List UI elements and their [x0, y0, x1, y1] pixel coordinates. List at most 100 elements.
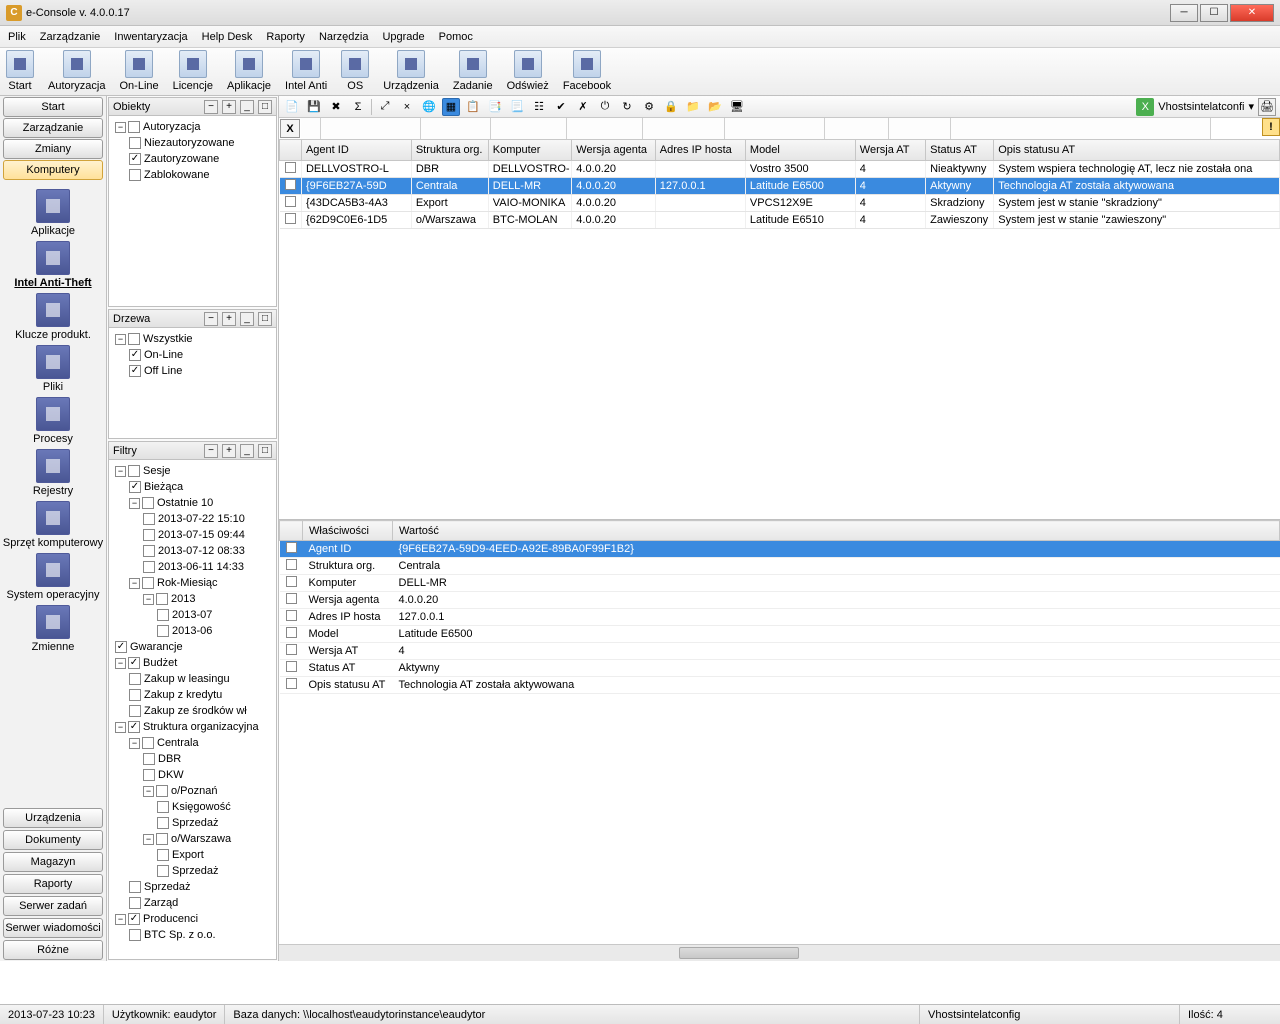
side-icon-item[interactable]: Zmienne [0, 605, 106, 653]
row-checkbox[interactable] [280, 592, 303, 609]
toolbar-item[interactable]: Autoryzacja [48, 50, 105, 92]
filter-cell[interactable] [643, 118, 725, 139]
minimize-button[interactable]: ─ [1170, 4, 1198, 22]
row-checkbox[interactable] [280, 541, 303, 558]
tree-checkbox[interactable] [115, 641, 127, 653]
row-checkbox[interactable] [280, 677, 303, 694]
tree-checkbox[interactable] [157, 849, 169, 861]
toolbar-item[interactable]: Facebook [563, 50, 611, 92]
tree-node[interactable]: DBR [158, 753, 181, 765]
grid-header[interactable]: Wersja agenta [572, 140, 656, 160]
panel-collapse-icon[interactable]: − [204, 100, 218, 114]
filter-cell[interactable] [951, 118, 1211, 139]
tb-lock-icon[interactable]: 🔒 [662, 98, 680, 116]
grid-header[interactable]: Adres IP hosta [655, 140, 745, 160]
tree-node[interactable]: 2013-07 [172, 609, 212, 621]
filter-cell[interactable] [567, 118, 643, 139]
toolbar-item[interactable]: Urządzenia [383, 50, 439, 92]
left-nav-button[interactable]: Raporty [3, 874, 103, 894]
filter-cell[interactable] [825, 118, 889, 139]
tb-list-icon[interactable]: ☷ [530, 98, 548, 116]
tree-checkbox[interactable] [143, 529, 155, 541]
panel-min-icon[interactable]: _ [240, 100, 254, 114]
table-row[interactable]: Opis statusu ATTechnologia AT została ak… [280, 677, 1280, 694]
tree-toggle[interactable]: − [129, 578, 140, 589]
table-row[interactable]: {62D9C0E6-1D5o/WarszawaBTC-MOLAN4.0.0.20… [280, 211, 1280, 228]
tree-node[interactable]: Producenci [143, 913, 198, 925]
tb-uncheck-icon[interactable]: ✗ [574, 98, 592, 116]
panel-max-icon[interactable]: □ [258, 100, 272, 114]
menu-item[interactable]: Zarządzanie [40, 31, 101, 43]
panel-max-icon[interactable]: □ [258, 444, 272, 458]
tb-copy-icon[interactable]: 📋 [464, 98, 482, 116]
grid-header[interactable]: Agent ID [301, 140, 411, 160]
tree-checkbox[interactable] [129, 481, 141, 493]
tree-checkbox[interactable] [157, 609, 169, 621]
tb-power-icon[interactable]: ⏻ [596, 98, 614, 116]
tree-node[interactable]: Bieżąca [144, 481, 183, 493]
left-nav-button[interactable]: Dokumenty [3, 830, 103, 850]
row-checkbox[interactable] [280, 160, 302, 177]
tree-toggle[interactable]: − [143, 834, 154, 845]
panel-max-icon[interactable]: □ [258, 312, 272, 326]
menu-item[interactable]: Inwentaryzacja [114, 31, 187, 43]
tree-toggle[interactable]: − [115, 658, 126, 669]
tree-node[interactable]: Sprzedaż [172, 865, 218, 877]
left-nav-button[interactable]: Komputery [3, 160, 103, 180]
filter-cell[interactable] [725, 118, 825, 139]
toolbar-item[interactable]: OS [341, 50, 369, 92]
tree-checkbox[interactable] [129, 705, 141, 717]
table-row[interactable]: {43DCA5B3-4A3ExportVAIO-MONIKA4.0.0.20VP… [280, 194, 1280, 211]
tree-node[interactable]: 2013-07-12 08:33 [158, 545, 245, 557]
filter-cell[interactable] [321, 118, 421, 139]
tree-node[interactable]: Off Line [144, 365, 182, 377]
tree-node[interactable]: Zarząd [144, 897, 178, 909]
menu-item[interactable]: Help Desk [202, 31, 253, 43]
tree-toggle[interactable]: − [129, 498, 140, 509]
toolbar-item[interactable]: Licencje [173, 50, 213, 92]
tree-toggle[interactable]: − [143, 594, 154, 605]
tb-delete-icon[interactable]: ✖ [327, 98, 345, 116]
table-row[interactable]: {9F6EB27A-59DCentralaDELL-MR4.0.0.20127.… [280, 177, 1280, 194]
table-row[interactable]: Wersja agenta4.0.0.20 [280, 592, 1280, 609]
side-icon-item[interactable]: Aplikacje [0, 189, 106, 237]
tree-node[interactable]: Niezautoryzowane [144, 137, 235, 149]
table-row[interactable]: Struktura org.Centrala [280, 558, 1280, 575]
tree-node[interactable]: Centrala [157, 737, 199, 749]
tb-page-icon[interactable]: 📃 [508, 98, 526, 116]
panel-collapse-icon[interactable]: − [204, 444, 218, 458]
panel-expand-icon[interactable]: + [222, 312, 236, 326]
row-checkbox[interactable] [280, 194, 302, 211]
panel-expand-icon[interactable]: + [222, 100, 236, 114]
tree-node[interactable]: Zablokowane [144, 169, 209, 181]
tree-node[interactable]: Export [172, 849, 204, 861]
property-grid-wrapper[interactable]: WłaściwościWartośćAgent ID{9F6EB27A-59D9… [279, 520, 1280, 944]
left-nav-button[interactable]: Zmiany [3, 139, 103, 159]
tree-checkbox[interactable] [128, 657, 140, 669]
excel-icon[interactable]: X [1136, 98, 1154, 116]
property-grid[interactable]: WłaściwościWartośćAgent ID{9F6EB27A-59D9… [279, 520, 1280, 694]
tree-checkbox[interactable] [143, 561, 155, 573]
grid-header[interactable]: Model [745, 140, 855, 160]
tree-node[interactable]: Księgowość [172, 801, 231, 813]
tb-sigma-icon[interactable]: Σ [349, 98, 367, 116]
side-icon-item[interactable]: Pliki [0, 345, 106, 393]
left-nav-button[interactable]: Serwer zadań [3, 896, 103, 916]
horizontal-scrollbar[interactable] [279, 944, 1280, 961]
tree-node[interactable]: Zakup ze środków wł [144, 705, 247, 717]
tb-grid-icon[interactable]: ▦ [442, 98, 460, 116]
scrollbar-thumb[interactable] [679, 947, 799, 959]
tree-checkbox[interactable] [157, 817, 169, 829]
tree-checkbox[interactable] [129, 349, 141, 361]
grid-header-checkbox[interactable] [280, 140, 302, 160]
left-nav-button[interactable]: Start [3, 97, 103, 117]
row-checkbox[interactable] [280, 575, 303, 592]
table-row[interactable]: Wersja AT4 [280, 643, 1280, 660]
panel-min-icon[interactable]: _ [240, 312, 254, 326]
tree-checkbox[interactable] [156, 785, 168, 797]
clear-filter-button[interactable]: X [280, 119, 300, 138]
tree-toggle[interactable]: − [115, 722, 126, 733]
toolbar-item[interactable]: Intel Anti [285, 50, 327, 92]
tb-globe-icon[interactable]: 🌐 [420, 98, 438, 116]
tree-drzewa[interactable]: −Wszystkie On-LineOff Line [109, 328, 276, 382]
